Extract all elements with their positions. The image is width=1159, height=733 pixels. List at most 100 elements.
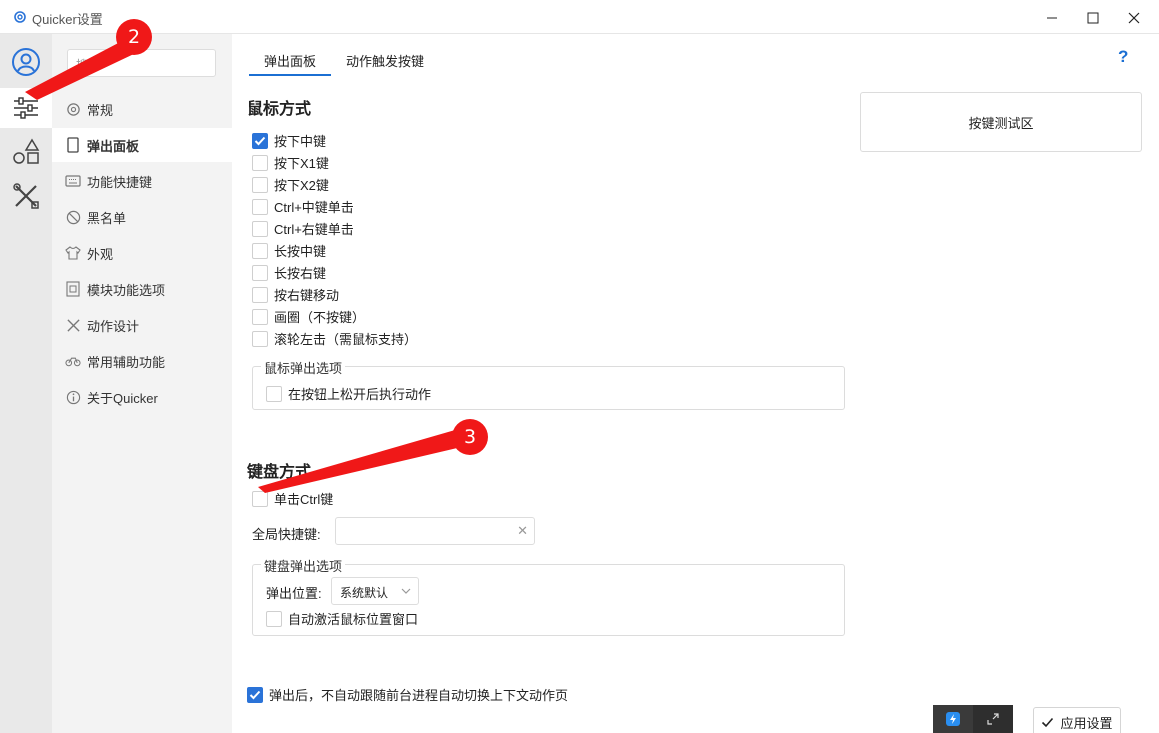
expand-button[interactable] <box>973 705 1013 733</box>
checkbox-middle-button[interactable]: 按下中键 <box>252 131 326 150</box>
close-icon[interactable] <box>1124 8 1144 28</box>
chevron-down-icon <box>401 588 411 594</box>
checkbox-auto-activate[interactable]: 自动激活鼠标位置窗口 <box>266 609 418 628</box>
annotation-marker-2: 2 <box>116 19 152 55</box>
mouse-popup-options-group: 鼠标弹出选项 在按钮上松开后执行动作 <box>252 358 845 410</box>
checkbox-box[interactable] <box>252 308 268 325</box>
checkbox-label: 滚轮左击（需鼠标支持） <box>274 332 418 347</box>
checkbox-label: 画圈（不按键） <box>274 310 366 325</box>
group-title: 键盘弹出选项 <box>261 556 346 575</box>
checkbox-single-ctrl[interactable]: 单击Ctrl键 <box>252 489 333 508</box>
checkbox-x1[interactable]: 按下X1键 <box>252 153 329 172</box>
checkbox-wheel-left[interactable]: 滚轮左击（需鼠标支持） <box>252 329 417 348</box>
rail-tools[interactable] <box>0 176 52 216</box>
checkbox-x2[interactable]: 按下X2键 <box>252 175 329 194</box>
checkbox-box[interactable] <box>252 286 268 303</box>
checkbox-label: Ctrl+右键单击 <box>274 222 354 237</box>
maximize-icon[interactable] <box>1083 8 1103 28</box>
nav-item-label: 模块功能选项 <box>87 282 166 298</box>
expand-icon <box>987 713 999 725</box>
checkbox-box[interactable] <box>252 490 268 507</box>
checkbox-label: 按下X2键 <box>274 178 329 193</box>
nav-item-label: 弹出面板 <box>87 138 140 154</box>
tools-icon <box>13 183 39 209</box>
group-title: 鼠标弹出选项 <box>261 358 346 377</box>
keyboard-icon <box>65 173 81 189</box>
checkbox-right-drag[interactable]: 按右键移动 <box>252 285 339 304</box>
rail-shapes[interactable] <box>0 132 52 172</box>
title-bar: Quicker设置 <box>0 0 1159 34</box>
nav-item-label: 常用辅助功能 <box>87 354 166 370</box>
nav-item-appearance[interactable]: 外观 <box>52 236 232 270</box>
nav-item-action-design[interactable]: 动作设计 <box>52 308 232 342</box>
nav-item-blacklist[interactable]: 黑名单 <box>52 200 232 234</box>
shapes-icon <box>13 138 40 164</box>
checkbox-label: 在按钮上松开后执行动作 <box>288 387 432 402</box>
nav-item-label: 功能快捷键 <box>87 174 153 190</box>
checkbox-box[interactable] <box>252 220 268 237</box>
checkbox-box[interactable] <box>266 610 282 627</box>
checkbox-no-auto-switch[interactable]: 弹出后，不自动跟随前台进程自动切换上下文动作页 <box>247 685 568 704</box>
checkbox-label: Ctrl+中键单击 <box>274 200 354 215</box>
annotation-marker-3: 3 <box>452 419 488 455</box>
nav-item-general[interactable]: 常规 <box>52 92 232 126</box>
checkbox-ctrl-right[interactable]: Ctrl+右键单击 <box>252 219 354 238</box>
nav-item-about[interactable]: 关于Quicker <box>52 380 232 414</box>
nav-item-shortcuts[interactable]: 功能快捷键 <box>52 164 232 198</box>
check-icon <box>1041 717 1054 728</box>
key-test-zone[interactable]: 按键测试区 <box>860 92 1142 152</box>
panel-icon <box>65 137 81 153</box>
nav-item-assist[interactable]: 常用辅助功能 <box>52 344 232 378</box>
nav-item-module-options[interactable]: 模块功能选项 <box>52 272 232 306</box>
checkbox-box[interactable] <box>252 264 268 281</box>
popup-position-select[interactable]: 系统默认 <box>331 577 419 605</box>
checkbox-box[interactable] <box>252 242 268 259</box>
gear-icon <box>65 101 81 117</box>
help-button[interactable]: ? <box>1118 47 1128 67</box>
position-label: 弹出位置: <box>266 586 322 601</box>
apply-label: 应用设置 <box>1060 715 1113 731</box>
clear-icon[interactable]: ✕ <box>517 523 528 539</box>
checkbox-ctrl-middle[interactable]: Ctrl+中键单击 <box>252 197 354 216</box>
module-icon <box>65 281 81 297</box>
quicker-logo-icon <box>946 712 960 726</box>
tab-popup-panel[interactable]: 弹出面板 <box>248 51 332 76</box>
checkbox-box[interactable] <box>252 176 268 193</box>
global-hotkey-input[interactable]: ✕ <box>335 517 535 545</box>
checkbox-box[interactable] <box>252 330 268 347</box>
checkbox-label: 按右键移动 <box>274 288 340 303</box>
mouse-section-heading: 鼠标方式 <box>247 101 312 118</box>
checkbox-label: 长按中键 <box>274 244 327 259</box>
nav-item-popup-panel[interactable]: 弹出面板 <box>52 128 232 162</box>
keyboard-section-heading: 键盘方式 <box>247 464 312 481</box>
checkbox-release-execute[interactable]: 在按钮上松开后执行动作 <box>266 384 431 403</box>
left-rail <box>0 34 52 733</box>
tab-action-trigger-keys[interactable]: 动作触发按键 <box>346 51 424 70</box>
user-icon <box>12 48 40 76</box>
checkbox-box[interactable] <box>252 154 268 171</box>
checkbox-label: 长按右键 <box>274 266 327 281</box>
checkbox-label: 自动激活鼠标位置窗口 <box>288 612 419 627</box>
settings-nav: 搜索 常规 弹出面板 功能快捷键 黑名单 外观 模块功能选项 动作设计 常用辅助… <box>52 34 232 733</box>
nav-item-label: 常规 <box>87 102 114 118</box>
info-icon <box>65 389 81 405</box>
apply-settings-button[interactable]: 应用设置 <box>1033 707 1121 733</box>
minimize-icon[interactable] <box>1042 8 1062 28</box>
checkbox-label: 单击Ctrl键 <box>274 492 334 507</box>
rail-settings[interactable] <box>0 88 52 128</box>
checkbox-label: 弹出后，不自动跟随前台进程自动切换上下文动作页 <box>269 688 569 703</box>
quicker-logo-button[interactable] <box>933 705 973 733</box>
checkbox-checked[interactable] <box>247 686 263 703</box>
checkbox-circle[interactable]: 画圈（不按键） <box>252 307 365 326</box>
checkbox-label: 按下X1键 <box>274 156 329 171</box>
checkbox-box[interactable] <box>266 385 282 402</box>
checkbox-checked[interactable] <box>252 132 268 149</box>
checkbox-long-middle[interactable]: 长按中键 <box>252 241 326 260</box>
checkbox-long-right[interactable]: 长按右键 <box>252 263 326 282</box>
hotkey-label: 全局快捷键: <box>252 527 321 542</box>
sliders-icon <box>14 97 38 119</box>
nav-item-label: 动作设计 <box>87 318 140 334</box>
rail-user[interactable] <box>0 42 52 82</box>
checkbox-box[interactable] <box>252 198 268 215</box>
ban-icon <box>65 209 81 225</box>
